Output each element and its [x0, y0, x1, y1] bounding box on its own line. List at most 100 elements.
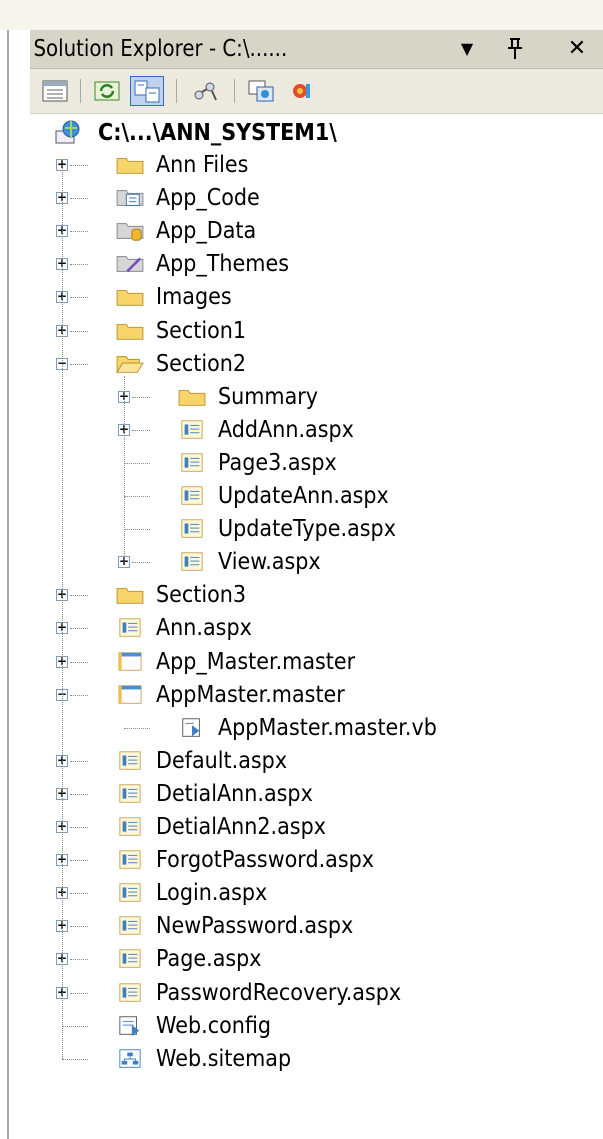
window-title: Solution Explorer - C:\...... — [33, 36, 288, 62]
close-icon[interactable]: ✕ — [560, 36, 594, 62]
tree-item-label: PasswordRecovery.aspx — [156, 979, 402, 1006]
nest-related-files-button[interactable] — [130, 76, 164, 106]
web-config-icon — [119, 1015, 140, 1036]
window-position-dropdown-icon[interactable]: ▼ — [452, 36, 482, 62]
aspx-page-icon — [119, 850, 141, 869]
tree-item[interactable]: + Login.aspx — [30, 877, 600, 910]
tree-item[interactable]: + View.aspx — [30, 546, 600, 579]
sitemap-icon — [119, 1048, 141, 1068]
tree-item-label: Login.aspx — [156, 880, 268, 907]
tree-connector — [124, 529, 150, 531]
app-code-folder-icon — [116, 190, 144, 206]
tree-item-label: Section1 — [156, 317, 247, 344]
aspx-page-icon — [181, 519, 203, 538]
tree-item[interactable]: − AppMaster.master — [30, 679, 600, 712]
tree-connector — [70, 893, 88, 895]
asp-net-configuration-button[interactable] — [286, 76, 320, 106]
tree-item[interactable]: + PasswordRecovery.aspx — [30, 977, 600, 1010]
properties-button[interactable] — [38, 76, 72, 106]
tree-connector — [70, 694, 88, 696]
tree-connector — [62, 1058, 88, 1060]
copy-website-icon — [248, 80, 274, 102]
tree-item-label: ForgotPassword.aspx — [156, 847, 375, 874]
folder-icon — [116, 290, 144, 307]
tree-item-label: Section3 — [156, 582, 247, 609]
tree-item[interactable]: + App_Themes — [30, 248, 600, 281]
tree-connector — [70, 165, 88, 166]
solution-explorer-window: Solution Explorer - C:\...... ▼ ✕ C:\...… — [0, 0, 603, 1139]
tree-item[interactable]: + DetialAnn.aspx — [30, 778, 600, 811]
copy-website-button[interactable] — [244, 76, 278, 106]
tree-connector — [70, 330, 88, 332]
aspx-page-icon — [181, 420, 203, 439]
tree-item[interactable]: + App_Code — [30, 182, 600, 215]
tree-item[interactable]: + Ann.aspx — [30, 612, 600, 645]
tree-item-label: Ann Files — [156, 152, 249, 178]
tree-item-label: Page3.aspx — [218, 449, 337, 476]
tree-item[interactable]: UpdateAnn.aspx — [30, 480, 600, 513]
tree-item[interactable]: + NewPassword.aspx — [30, 910, 600, 943]
tree-item-label: App_Themes — [156, 251, 289, 278]
tree-item-label: App_Data — [156, 218, 257, 245]
tree-connector — [124, 462, 150, 464]
refresh-button[interactable] — [90, 76, 124, 106]
website-globe-icon — [55, 120, 80, 143]
tree-item[interactable]: Web.sitemap — [30, 1043, 600, 1076]
tree-item[interactable]: + Section3 — [30, 579, 600, 612]
tree-item[interactable]: AppMaster.master.vb — [30, 712, 600, 745]
tree-connector — [70, 198, 88, 200]
tree-item[interactable]: + ForgotPassword.aspx — [30, 844, 600, 877]
tree-item-label: App_Code — [156, 185, 260, 212]
nest-related-files-icon — [134, 80, 160, 103]
tree-connector — [70, 231, 88, 233]
tree-item[interactable]: Page3.aspx — [30, 447, 600, 480]
tree-connector — [62, 1025, 88, 1027]
tree-guide-line — [124, 375, 125, 563]
tree-item[interactable]: Web.config — [30, 1010, 600, 1043]
tree-connector — [70, 793, 88, 795]
app-data-folder-icon — [116, 223, 144, 241]
tree-root[interactable]: C:\...\ANN_SYSTEM1\ — [52, 116, 363, 149]
aspx-page-icon — [119, 949, 141, 969]
folder-icon — [116, 323, 144, 340]
tree-connector — [70, 264, 88, 266]
tree-item[interactable]: + Images — [30, 281, 600, 314]
tree-item-label: AddAnn.aspx — [218, 416, 354, 443]
tree-item-label: AppMaster.master — [156, 681, 345, 708]
tree-item-label: UpdateType.aspx — [218, 516, 396, 543]
solution-tree: C:\...\ANN_SYSTEM1\ + Ann Files + App_Code +… — [30, 116, 603, 1139]
tree-item[interactable]: + App_Data — [30, 215, 600, 248]
properties-icon — [42, 80, 68, 102]
tree-connector — [124, 727, 150, 729]
toolbar-separator — [80, 79, 81, 103]
auto-hide-pin-icon[interactable] — [500, 36, 530, 62]
tree-item-label: DetialAnn.aspx — [156, 780, 313, 807]
tree-connector — [70, 860, 88, 862]
folder-icon — [178, 389, 206, 406]
tree-item[interactable]: + Summary — [30, 381, 600, 414]
tree-connector — [70, 661, 88, 663]
tree-connector — [124, 496, 150, 497]
open-folder-icon — [116, 355, 144, 374]
tree-item-label: Summary — [218, 383, 319, 410]
tree-item-label: Default.aspx — [156, 747, 288, 774]
aspx-page-icon — [181, 486, 203, 505]
tree-item[interactable]: + Default.aspx — [30, 745, 600, 778]
tree-item-label: View.aspx — [218, 549, 321, 576]
view-class-diagram-button[interactable] — [188, 76, 222, 106]
root-label: C:\...\ANN_SYSTEM1\ — [98, 119, 337, 146]
window-left-border — [7, 30, 9, 1139]
tree-connector — [70, 827, 88, 828]
toolbar-separator — [234, 79, 235, 103]
tree-item[interactable]: + AddAnn.aspx — [30, 414, 600, 447]
tree-item-label: Web.config — [156, 1012, 272, 1039]
tree-item[interactable]: + Ann Files — [30, 149, 600, 182]
tree-item[interactable]: + Section1 — [30, 315, 600, 348]
tree-item[interactable]: − Section2 — [30, 348, 600, 381]
refresh-icon — [94, 81, 120, 101]
tree-item[interactable]: + Page.aspx — [30, 943, 600, 976]
view-class-diagram-icon — [194, 82, 217, 101]
tree-item[interactable]: UpdateType.aspx — [30, 513, 600, 546]
tree-item[interactable]: + App_Master.master — [30, 646, 600, 679]
tree-item[interactable]: + DetialAnn2.aspx — [30, 811, 600, 844]
